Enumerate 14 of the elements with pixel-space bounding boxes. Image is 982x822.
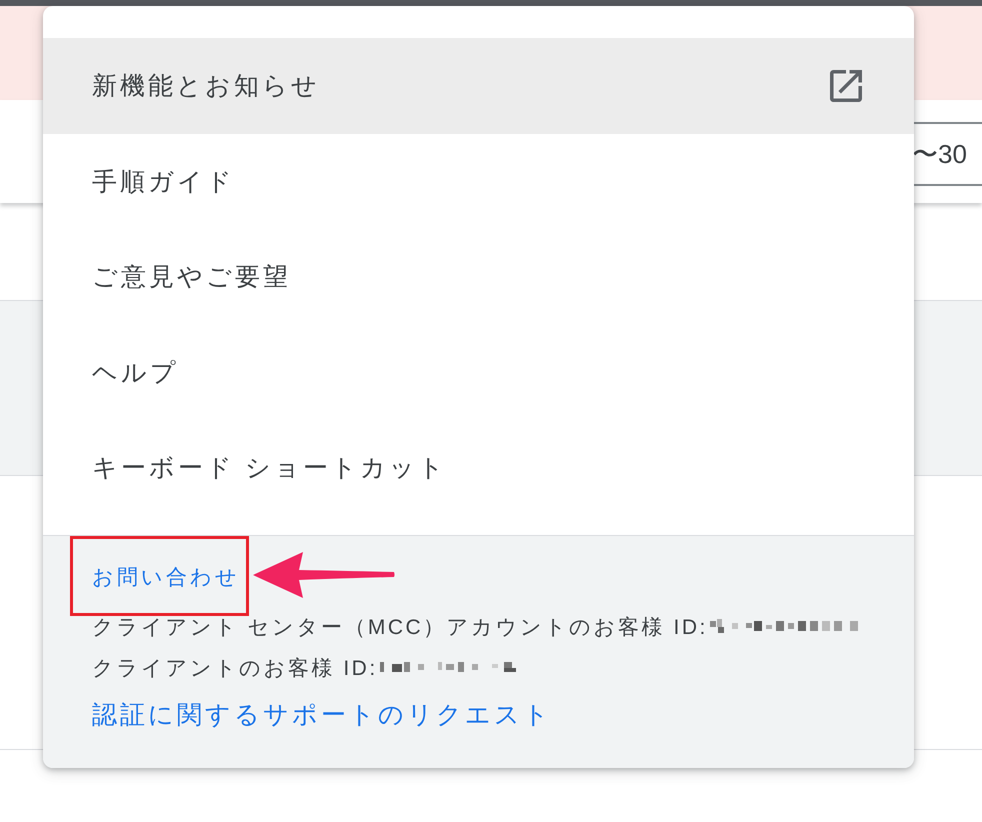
menu-item-label: 手順ガイド: [92, 166, 235, 198]
menu-item[interactable]: 新機能とお知らせ: [43, 38, 914, 134]
account-id-label: クライアントのお客様 ID:: [92, 656, 378, 682]
menu-item[interactable]: キーボード ショートカット: [43, 420, 914, 516]
menu-item[interactable]: 手順ガイド: [43, 134, 914, 229]
support-request-link[interactable]: 認証に関するサポートのリクエスト: [92, 697, 552, 733]
menu-item-label: ご意見やご要望: [92, 262, 291, 294]
menu-item-label: ヘルプ: [92, 358, 179, 389]
account-id-label: クライアント センター（MCC）アカウントのお客様 ID:: [92, 615, 708, 641]
menu-item-label: 新機能とお知らせ: [92, 71, 320, 102]
menu-item[interactable]: ご意見やご要望: [43, 229, 914, 324]
menu-item[interactable]: ヘルプ: [43, 324, 914, 420]
menu-item-label: キーボード ショートカット: [92, 453, 447, 484]
contact-link[interactable]: お問い合わせ: [92, 563, 240, 591]
